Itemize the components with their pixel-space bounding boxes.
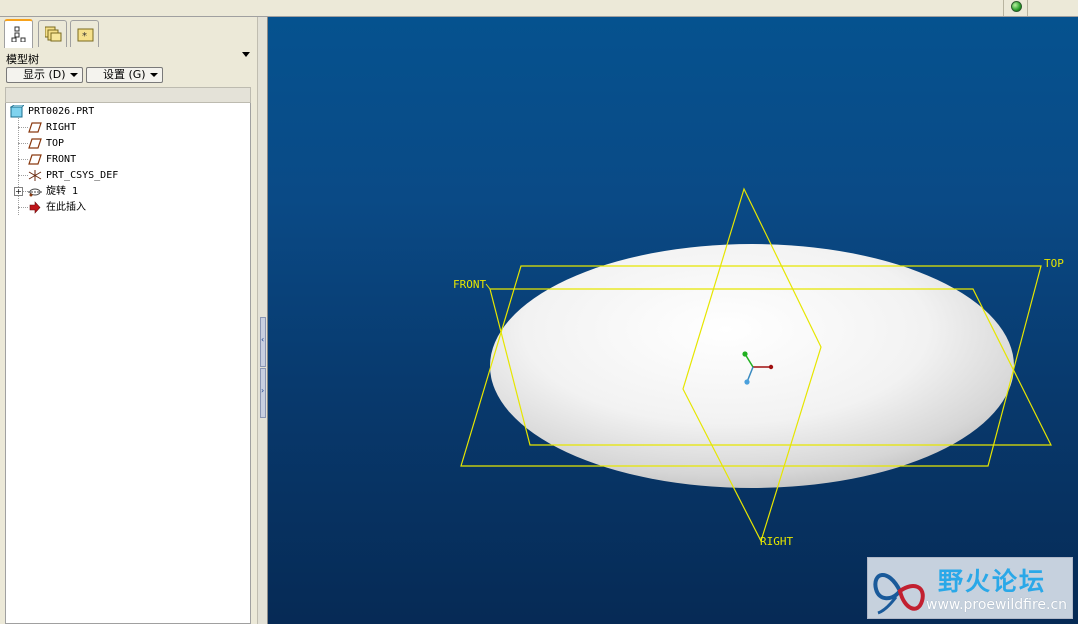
datum-plane-icon: [28, 138, 42, 149]
datum-plane-icon: [28, 122, 42, 133]
tree-item-label: PRT_CSYS_DEF: [46, 170, 119, 181]
panel-splitter[interactable]: ‹ ›: [257, 17, 268, 624]
top-toolbar: [0, 0, 1078, 17]
chevron-down-icon: [70, 73, 78, 77]
butterfly-logo-icon: [873, 573, 925, 615]
tree-icon: [11, 26, 26, 42]
tree-item-label: FRONT: [46, 154, 77, 165]
part-icon: [10, 105, 24, 118]
insert-here-arrow-icon: [29, 201, 41, 214]
watermark-logo: 野火论坛 www.proewildfire.cn: [867, 557, 1073, 619]
show-dropdown-button[interactable]: 显示 (D): [6, 67, 83, 83]
settings-button-label: 设置 (G): [103, 68, 146, 81]
front-plane-label: FRONT: [453, 278, 486, 291]
tree-item-label: 在此插入: [46, 202, 86, 213]
model-tree: PRT0026.PRT RIGHT TOP FRONT PRT_CSYS_DEF…: [5, 103, 251, 624]
coordinate-system-icon: [28, 170, 42, 181]
tree-column-header[interactable]: [5, 87, 251, 103]
toolbar-separator: [1027, 0, 1028, 16]
tree-item-label: RIGHT: [46, 122, 77, 133]
model-tree-tab[interactable]: [4, 19, 33, 48]
datum-plane-icon: [28, 154, 42, 165]
tree-connector: [18, 159, 28, 160]
chevron-down-icon: [150, 73, 158, 77]
tree-root-label: PRT0026.PRT: [28, 106, 95, 117]
tree-connector: [18, 143, 28, 144]
revolve-icon: [28, 188, 42, 197]
svg-text:*: *: [82, 31, 87, 42]
model-scene: FRONT TOP RIGHT: [453, 187, 1064, 548]
folders-icon: [45, 26, 62, 42]
tree-connector: [18, 118, 19, 215]
panel-menu-icon[interactable]: [242, 52, 250, 57]
settings-dropdown-button[interactable]: 设置 (G): [86, 67, 163, 83]
right-plane-label: RIGHT: [760, 535, 793, 548]
status-indicator-icon: [1011, 1, 1022, 12]
show-button-label: 显示 (D): [23, 68, 66, 81]
folder-browser-tab[interactable]: [38, 20, 67, 47]
tree-item-label: TOP: [46, 138, 65, 149]
watermark-title: 野火论坛: [938, 567, 1047, 596]
tree-connector: [18, 175, 28, 176]
chevron-right-icon[interactable]: ›: [261, 386, 264, 395]
graphics-viewport[interactable]: FRONT TOP RIGHT: [268, 17, 1078, 624]
tree-connector: [18, 207, 28, 208]
panel-title: 模型树: [6, 53, 39, 66]
tree-connector: [18, 127, 28, 128]
favorites-tab[interactable]: *: [70, 20, 99, 47]
navigator-panel: * 模型树 显示 (D) 设置 (G) PRT0026.PRT RIGHT TO…: [0, 17, 257, 624]
favorites-icon: *: [77, 28, 94, 42]
watermark-url: www.proewildfire.cn: [926, 597, 1068, 613]
tree-item-label: 旋转 1: [46, 186, 79, 197]
chevron-left-icon[interactable]: ‹: [261, 335, 264, 344]
toolbar-separator: [1003, 0, 1004, 16]
expand-icon[interactable]: +: [14, 187, 23, 196]
top-plane-label: TOP: [1044, 257, 1064, 270]
